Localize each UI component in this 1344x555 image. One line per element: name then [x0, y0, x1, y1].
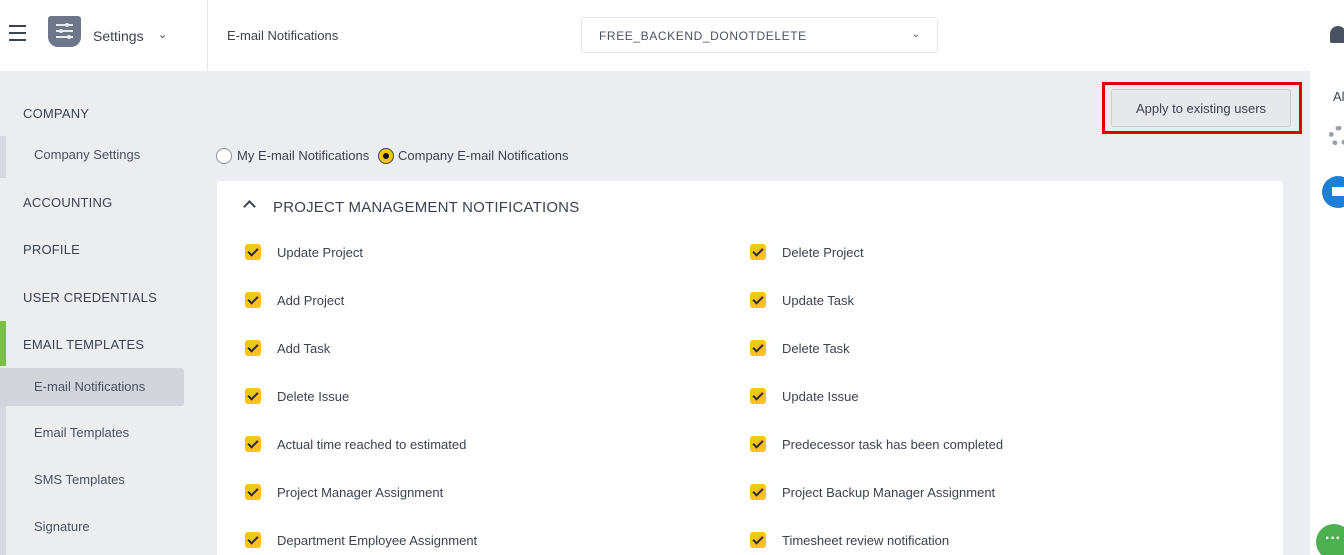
sidebar-active-accent — [0, 321, 6, 366]
checkbox-checked-icon[interactable] — [245, 244, 261, 260]
checkbox-checked-icon[interactable] — [245, 436, 261, 452]
checkbox-label: Project Manager Assignment — [277, 485, 444, 500]
chevron-up-icon[interactable] — [243, 200, 256, 213]
settings-dropdown-label[interactable]: Settings — [93, 28, 144, 44]
radio-my-notifications-label[interactable]: My E-mail Notifications — [237, 148, 369, 163]
topbar: E-mail Notifications FREE_BACKEND_DONOTD… — [208, 0, 1310, 71]
checkbox-label: Add Task — [277, 341, 331, 356]
checkbox-label: Predecessor task has been completed — [782, 437, 1004, 452]
company-select-value: FREE_BACKEND_DONOTDELETE — [599, 29, 807, 43]
rail-user-text: Al — [1333, 89, 1344, 104]
checkbox-checked-icon[interactable] — [750, 484, 766, 500]
notifications-card: PROJECT MANAGEMENT NOTIFICATIONS Update … — [217, 181, 1283, 555]
checkbox-checked-icon[interactable] — [750, 436, 766, 452]
checkbox-checked-icon[interactable] — [245, 340, 261, 356]
checkbox-checked-icon[interactable] — [750, 292, 766, 308]
page-title: E-mail Notifications — [227, 28, 339, 43]
sidebar-item-email-templates[interactable]: Email Templates — [0, 414, 184, 452]
sidebar-section-company[interactable]: COMPANY — [23, 106, 89, 121]
sidebar: COMPANY Company Settings ACCOUNTING PROF… — [0, 71, 208, 555]
chevron-down-icon[interactable]: ⌄ — [158, 28, 167, 41]
apply-to-existing-users-button[interactable]: Apply to existing users — [1111, 89, 1291, 127]
sidebar-item-label: Signature — [34, 519, 90, 534]
checkbox-label: Project Backup Manager Assignment — [782, 485, 996, 500]
checkbox-label: Update Task — [782, 293, 855, 308]
sidebar-item-sms-templates[interactable]: SMS Templates — [0, 461, 184, 499]
right-rail: Al — [1310, 0, 1344, 555]
sidebar-item-label: Email Templates — [34, 425, 130, 440]
sidebar-item-signature[interactable]: Signature — [0, 508, 184, 546]
checkbox-checked-icon[interactable] — [750, 388, 766, 404]
chevron-down-icon: ⌄ — [911, 29, 920, 40]
topbar-left: Settings ⌄ — [0, 0, 208, 71]
checkbox-checked-icon[interactable] — [245, 532, 261, 548]
gear-icon[interactable] — [1329, 126, 1344, 146]
company-select[interactable]: FREE_BACKEND_DONOTDELETE ⌄ — [581, 17, 938, 53]
sidebar-section-email-templates[interactable]: EMAIL TEMPLATES — [23, 337, 144, 352]
checkbox-label: Update Issue — [782, 389, 859, 404]
sidebar-item-email-notifications[interactable]: E-mail Notifications — [0, 368, 184, 406]
sidebar-item-company-settings[interactable]: Company Settings — [0, 136, 184, 174]
checkbox-label: Delete Project — [782, 245, 864, 260]
checkbox-checked-icon[interactable] — [750, 244, 766, 260]
checkbox-label: Update Project — [277, 245, 363, 260]
checkbox-checked-icon[interactable] — [245, 388, 261, 404]
checkbox-checked-icon[interactable] — [245, 484, 261, 500]
checkbox-checked-icon[interactable] — [750, 532, 766, 548]
checkbox-label: Delete Issue — [277, 389, 350, 404]
checkbox-label: Delete Task — [782, 341, 850, 356]
hamburger-icon[interactable] — [9, 25, 26, 43]
sidebar-item-label: E-mail Notifications — [34, 379, 146, 394]
radio-company-notifications[interactable] — [378, 148, 394, 164]
sidebar-section-user-credentials[interactable]: USER CREDENTIALS — [23, 290, 157, 305]
mail-icon[interactable] — [1322, 176, 1344, 208]
settings-logo-icon[interactable] — [48, 16, 81, 47]
checkbox-checked-icon[interactable] — [245, 292, 261, 308]
checkbox-label: Actual time reached to estimated — [277, 437, 467, 452]
radio-my-notifications[interactable] — [216, 148, 232, 164]
sidebar-section-profile[interactable]: PROFILE — [23, 242, 80, 257]
checkbox-label: Add Project — [277, 293, 345, 308]
sidebar-item-label: SMS Templates — [34, 472, 125, 487]
checkbox-label: Department Employee Assignment — [277, 533, 478, 548]
sidebar-item-label: Company Settings — [34, 147, 141, 162]
sidebar-section-accounting[interactable]: ACCOUNTING — [23, 195, 112, 210]
bell-icon[interactable] — [1330, 26, 1344, 43]
chat-icon[interactable] — [1316, 524, 1344, 555]
checkbox-label: Timesheet review notification — [782, 533, 950, 548]
radio-company-notifications-label[interactable]: Company E-mail Notifications — [398, 148, 569, 163]
checkbox-checked-icon[interactable] — [750, 340, 766, 356]
section-title[interactable]: PROJECT MANAGEMENT NOTIFICATIONS — [273, 199, 579, 216]
